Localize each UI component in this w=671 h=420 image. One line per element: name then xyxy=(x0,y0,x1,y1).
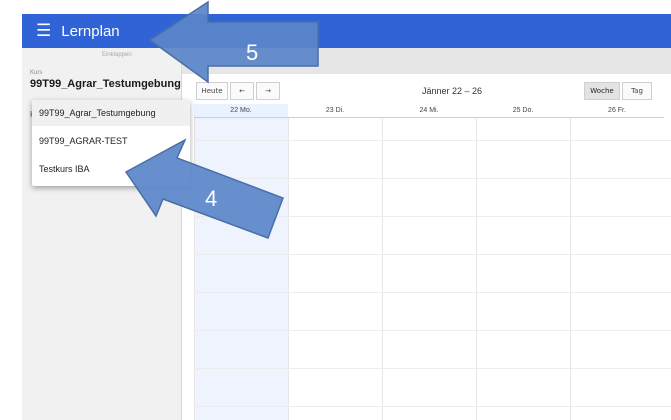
annotation-number-4: 4 xyxy=(205,186,217,211)
annotation-arrow-4: 4 xyxy=(124,138,284,239)
annotation-arrow-5: 5 xyxy=(148,0,319,84)
annotation-arrows: 5 4 xyxy=(124,0,319,239)
annotation-number-5: 5 xyxy=(246,40,258,65)
